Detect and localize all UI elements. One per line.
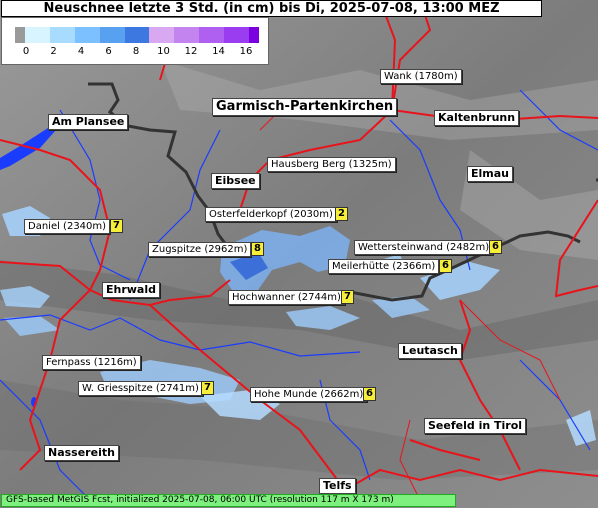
legend-swatch [15, 27, 25, 43]
place-label: Osterfelderkopf (2030m) [205, 207, 337, 222]
forecast-info-footer: GFS-based MetGIS Fcst, initialized 2025-… [1, 494, 456, 507]
place-label: Wank (1780m) [380, 69, 462, 84]
legend-swatch [25, 27, 50, 43]
snow-value-badge: 7 [341, 290, 354, 304]
legend-swatch [49, 27, 75, 43]
legend-tick-label: 16 [239, 46, 253, 57]
legend-swatch [224, 27, 250, 43]
place-label: Wettersteinwand (2482m) [354, 240, 494, 255]
snow-value-badge: 6 [489, 240, 502, 254]
place-label: Seefeld in Tirol [424, 418, 527, 434]
place-label: Ehrwald [102, 282, 160, 298]
map-title: Neuschnee letzte 3 Std. (in cm) bis Di, … [1, 0, 542, 17]
snow-value-badge: 2 [335, 207, 348, 221]
legend-tick-label: 10 [157, 46, 170, 57]
legend-tick-label: 12 [184, 46, 198, 57]
snow-value-badge: 6 [439, 259, 452, 273]
place-label: Hausberg Berg (1325m) [267, 157, 396, 172]
legend-tick-label: 2 [50, 46, 57, 57]
place-label: Nassereith [44, 445, 119, 461]
snow-value-badge: 7 [201, 381, 214, 395]
snow-value-badge: 8 [251, 242, 264, 256]
place-label: Fernpass (1216m) [42, 355, 141, 370]
legend-tick-label: 6 [105, 46, 112, 57]
place-label: Hochwanner (2744m) [228, 290, 345, 305]
snow-value-badge: 6 [363, 387, 376, 401]
place-label: Telfs [319, 478, 356, 494]
place-label: Meilerhütte (2366m) [328, 259, 440, 274]
legend-swatch [199, 27, 225, 43]
legend-tick-label: 0 [22, 46, 30, 57]
place-label: Kaltenbrunn [434, 110, 520, 126]
legend-tick-label: 4 [77, 46, 85, 57]
legend-color-bar [15, 27, 260, 43]
legend-swatch [174, 27, 200, 43]
legend: 0 2 4 6 8 10 12 14 16 [1, 17, 269, 65]
legend-swatch [74, 27, 100, 43]
place-label: Hohe Munde (2662m) [250, 387, 368, 402]
place-label: Am Plansee [48, 114, 129, 130]
legend-tick-label: 14 [212, 46, 225, 57]
legend-swatch [249, 27, 260, 43]
legend-swatch [124, 27, 150, 43]
place-label: Elmau [467, 166, 514, 182]
place-label: Zugspitze (2962m) [148, 242, 252, 257]
legend-swatch [99, 27, 125, 43]
place-label: Leutasch [398, 343, 462, 359]
snow-value-badge: 7 [110, 219, 123, 233]
legend-tick-label: 8 [132, 46, 140, 57]
legend-swatch [149, 27, 175, 43]
place-label: Garmisch-Partenkirchen [212, 98, 398, 116]
place-label: Daniel (2340m) [24, 219, 111, 234]
place-label: W. Griesspitze (2741m) [78, 381, 203, 396]
place-label: Eibsee [211, 173, 260, 189]
